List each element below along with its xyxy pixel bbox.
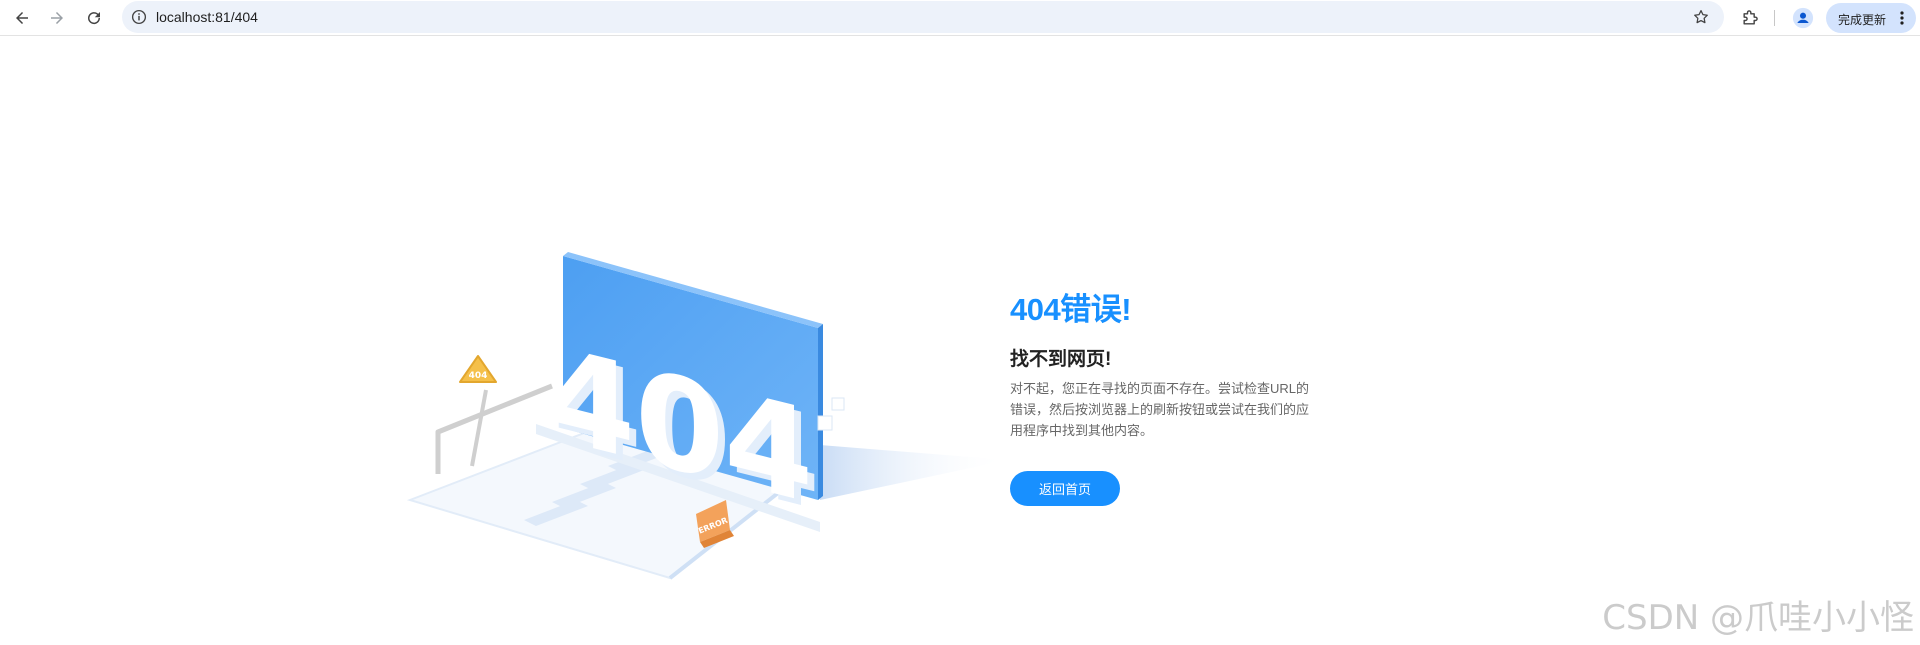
vertical-dots-icon (1900, 11, 1904, 25)
reload-button[interactable] (82, 6, 106, 30)
error-description: 对不起，您正在寻找的页面不存在。尝试检查URL的错误，然后按浏览器上的刷新按钮或… (1010, 381, 1310, 438)
error-subtitle: 找不到网页! (1010, 349, 1112, 370)
arrow-left-icon (16, 12, 28, 24)
back-home-button[interactable]: 返回首页 (1010, 471, 1120, 506)
update-label: 完成更新 (1838, 13, 1887, 27)
address-bar[interactable]: localhost:81/404 (122, 1, 1724, 33)
info-icon[interactable] (130, 8, 148, 26)
browser-toolbar: localhost:81/404 完成更新 (0, 0, 1920, 36)
back-button[interactable] (10, 6, 34, 30)
error-title: 404错误! (1010, 292, 1132, 327)
star-icon[interactable] (1692, 8, 1710, 26)
update-button[interactable]: 完成更新 (1826, 3, 1916, 33)
watermark: CSDN @爪哇小小怪 (1602, 598, 1914, 638)
puzzle-icon[interactable] (1740, 8, 1760, 28)
url-text[interactable]: localhost:81/404 (156, 9, 258, 25)
reload-icon (88, 12, 101, 25)
404-illustration: 404 404 404 ERROR (406, 252, 1008, 580)
forward-button[interactable] (45, 6, 69, 30)
arrow-right-icon (51, 12, 63, 24)
sign-text: 404 (469, 371, 488, 381)
person-icon[interactable] (1792, 7, 1814, 29)
toolbar-divider (1774, 10, 1775, 26)
